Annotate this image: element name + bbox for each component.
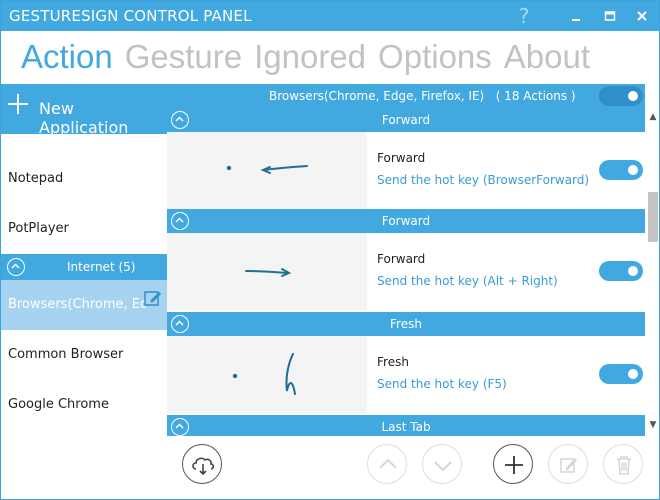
sidebar-item-google-chrome[interactable]: Google Chrome	[1, 380, 167, 430]
application-enabled-toggle[interactable]	[599, 86, 643, 106]
toggle-knob	[628, 165, 638, 175]
action-count: ( 18 Actions )	[495, 89, 576, 103]
application-name: Browsers(Chrome, Edge, Firefox, IE)	[269, 89, 485, 103]
import-button[interactable]	[182, 444, 222, 484]
maximize-icon	[604, 11, 616, 21]
sidebar-item-label: Notepad	[8, 171, 64, 186]
toggle-knob	[628, 91, 638, 101]
actions-scrollbar[interactable]: ▲ ▼	[645, 108, 659, 436]
move-up-icon	[379, 458, 397, 469]
action-enabled-toggle[interactable]	[599, 364, 643, 384]
scroll-down-arrow-icon[interactable]: ▼	[648, 420, 658, 430]
section-header-fresh[interactable]: Fresh	[167, 312, 645, 336]
action-name: Fresh	[377, 355, 409, 369]
sidebar-item-label: Google Chrome	[8, 397, 109, 412]
actions-panel: Browsers(Chrome, Edge, Firefox, IE) ( 18…	[167, 84, 645, 436]
gesture-drawing	[232, 353, 296, 395]
action-enabled-toggle[interactable]	[599, 160, 643, 180]
move-up-button[interactable]	[367, 444, 407, 484]
window-title: GESTURESIGN CONTROL PANEL	[9, 7, 252, 25]
action-enabled-toggle[interactable]	[599, 261, 643, 281]
move-down-button[interactable]	[422, 444, 462, 484]
action-row[interactable]: Forward Send the hot key (Alt + Right)	[167, 233, 645, 310]
scroll-thumb[interactable]	[648, 192, 658, 242]
edit-application-icon[interactable]	[144, 289, 162, 307]
edit-icon	[560, 458, 577, 473]
section-title: Forward	[381, 113, 431, 127]
group-label: Internet (5)	[67, 260, 136, 274]
section-title: Last Tab	[381, 420, 431, 434]
action-description[interactable]: Send the hot key (BrowserForward)	[377, 173, 589, 187]
section-title: Forward	[381, 214, 431, 228]
collapse-up-icon	[7, 258, 25, 276]
sidebar-item-common-browser[interactable]: Common Browser	[1, 330, 167, 380]
section-header-forward[interactable]: Forward	[167, 209, 645, 233]
gesture-drawing	[245, 268, 292, 277]
sidebar-item-notepad[interactable]: Notepad	[1, 154, 167, 204]
minimize-icon	[572, 19, 580, 21]
new-application-button[interactable]: New Application	[1, 84, 167, 137]
move-down-icon	[434, 461, 452, 472]
action-row[interactable]: Fresh Send the hot key (F5)	[167, 336, 645, 413]
help-button[interactable]: ?	[509, 1, 539, 31]
maximize-button[interactable]	[595, 1, 625, 31]
application-sidebar: New Application Notepad PotPlayer Intern…	[1, 84, 167, 499]
section-header-forward[interactable]: Forward	[167, 108, 645, 132]
tab-gesture[interactable]: Gesture	[125, 35, 242, 79]
section-title: Fresh	[390, 317, 422, 331]
close-icon	[637, 11, 647, 21]
sidebar-item-potplayer[interactable]: PotPlayer	[1, 204, 167, 254]
add-icon	[505, 456, 523, 474]
gesture-preview	[167, 336, 367, 413]
tab-options[interactable]: Options	[378, 35, 492, 79]
main-tabs: Action Gesture Ignored Options About	[21, 35, 602, 79]
tab-about[interactable]: About	[504, 35, 590, 79]
sidebar-item-label: Browsers(Chrome, Edge, Firefox, IE)	[8, 297, 146, 312]
delete-action-button[interactable]	[603, 444, 643, 484]
section-header-last-tab[interactable]: Last Tab	[167, 415, 645, 436]
control-panel-window: GESTURESIGN CONTROL PANEL ? Action Gestu…	[0, 0, 660, 500]
action-description[interactable]: Send the hot key (Alt + Right)	[377, 274, 558, 288]
plus-icon	[8, 94, 28, 114]
scroll-up-arrow-icon[interactable]: ▲	[648, 112, 658, 122]
toggle-knob	[628, 266, 638, 276]
tab-ignored[interactable]: Ignored	[254, 35, 366, 79]
download-cloud-icon	[192, 457, 215, 476]
toggle-knob	[628, 369, 638, 379]
gesture-drawing	[226, 165, 308, 174]
minimize-button[interactable]	[561, 1, 591, 31]
gesture-preview	[167, 233, 367, 310]
sidebar-item-browsers[interactable]: Browsers(Chrome, Edge, Firefox, IE)	[1, 280, 167, 330]
action-description[interactable]: Send the hot key (F5)	[377, 377, 507, 391]
add-action-button[interactable]	[493, 444, 533, 484]
sidebar-item-label: PotPlayer	[8, 221, 69, 236]
gesture-preview	[167, 132, 367, 209]
tab-action[interactable]: Action	[21, 35, 113, 79]
sidebar-item-label: Common Browser	[8, 347, 124, 362]
close-button[interactable]	[627, 1, 657, 31]
delete-icon	[617, 456, 631, 475]
new-application-label: New Application	[39, 99, 129, 137]
application-header: Browsers(Chrome, Edge, Firefox, IE) ( 18…	[167, 84, 645, 108]
action-row[interactable]: Forward Send the hot key (BrowserForward…	[167, 132, 645, 209]
group-header-internet[interactable]: Internet (5)	[1, 254, 167, 280]
title-bar: GESTURESIGN CONTROL PANEL ?	[1, 1, 659, 31]
action-name: Forward	[377, 151, 426, 165]
edit-action-button[interactable]	[548, 444, 588, 484]
action-name: Forward	[377, 252, 426, 266]
